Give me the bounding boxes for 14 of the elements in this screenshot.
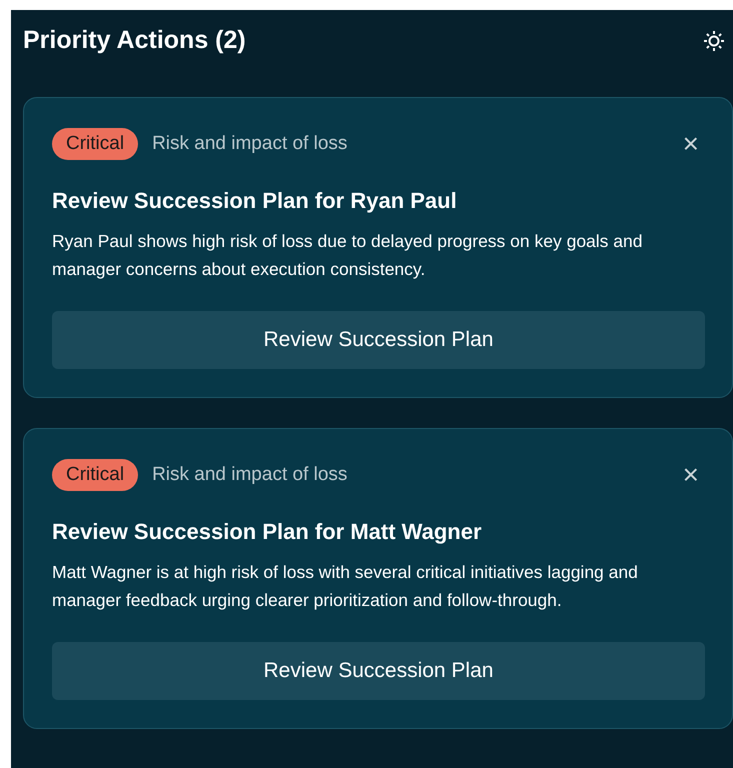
sun-icon[interactable] <box>703 30 725 52</box>
action-title: Review Succession Plan for Ryan Paul <box>52 187 458 215</box>
critical-badge: Critical <box>52 459 138 491</box>
close-button[interactable]: × <box>682 130 699 158</box>
category-label: Risk and impact of loss <box>152 132 348 156</box>
panel-title: Priority Actions (2) <box>23 25 246 56</box>
close-button[interactable]: × <box>682 461 699 489</box>
action-description: Ryan Paul shows high risk of loss due to delayed progress on key goals and manager concerns about execution consistency. <box>52 230 644 281</box>
critical-badge: Critical <box>52 128 138 160</box>
action-title: Review Succession Plan for Matt Wagner <box>52 518 483 546</box>
review-button[interactable]: Review Succession Plan <box>52 311 705 369</box>
category-label: Risk and impact of loss <box>152 462 348 487</box>
review-button[interactable]: Review Succession Plan <box>52 642 705 700</box>
action-description: Matt Wagner is at high risk of loss with several critical initiatives lagging and manager feedback urging clearer prioritization and follow-through. <box>52 561 639 612</box>
